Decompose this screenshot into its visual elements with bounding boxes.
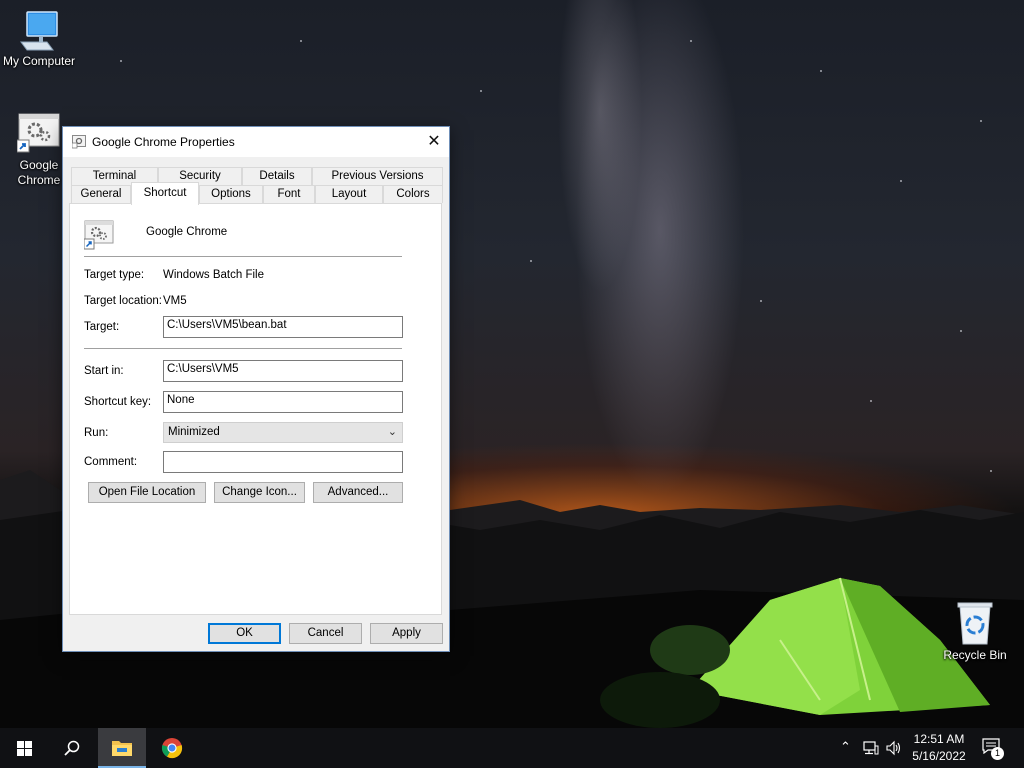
separator bbox=[84, 256, 402, 257]
target-type-value: Windows Batch File bbox=[163, 269, 264, 281]
separator bbox=[84, 348, 402, 349]
change-icon-button[interactable]: Change Icon... bbox=[214, 482, 305, 503]
recycle-bin-icon bbox=[957, 602, 993, 645]
chevron-up-icon[interactable]: ⌃ bbox=[840, 739, 851, 755]
desktop-icon-recycle-bin[interactable]: Recycle Bin bbox=[936, 600, 1014, 663]
tab-options[interactable]: Options bbox=[199, 185, 263, 203]
tab-font[interactable]: Font bbox=[263, 185, 315, 203]
computer-icon bbox=[20, 11, 58, 51]
shortcut-tab-panel: Google Chrome Target type: Windows Batch… bbox=[69, 203, 442, 615]
dialog-titlebar[interactable]: Google Chrome Properties ✕ bbox=[63, 127, 449, 157]
cancel-button[interactable]: Cancel bbox=[289, 623, 362, 644]
target-label: Target: bbox=[84, 321, 120, 333]
desktop-icon-label: Google Chrome bbox=[17, 158, 61, 187]
shortcut-key-label: Shortcut key: bbox=[84, 396, 152, 408]
start-in-field[interactable]: C:\Users\VM5 bbox=[163, 360, 403, 382]
comment-label: Comment: bbox=[84, 456, 138, 468]
search-button[interactable] bbox=[48, 728, 96, 768]
desktop-icon-label: My Computer bbox=[2, 54, 76, 68]
apply-button[interactable]: Apply bbox=[370, 623, 443, 644]
clock-time: 12:51 AM bbox=[913, 732, 965, 746]
tab-colors[interactable]: Colors bbox=[383, 185, 443, 203]
network-icon[interactable] bbox=[863, 741, 879, 755]
tab-shortcut[interactable]: Shortcut bbox=[131, 182, 199, 205]
tab-details[interactable]: Details bbox=[242, 167, 312, 185]
notification-count-badge: 1 bbox=[991, 747, 1004, 760]
close-button[interactable]: ✕ bbox=[419, 127, 449, 157]
clock-date: 5/16/2022 bbox=[912, 749, 966, 763]
search-icon bbox=[64, 740, 80, 756]
run-label: Run: bbox=[84, 427, 109, 439]
target-location-value: VM5 bbox=[163, 295, 187, 307]
chrome-icon bbox=[161, 738, 183, 759]
open-file-location-button[interactable]: Open File Location bbox=[88, 482, 206, 503]
notification-center-button[interactable]: 1 bbox=[982, 738, 1004, 760]
target-location-label: Target location: bbox=[84, 295, 162, 307]
taskbar-file-explorer[interactable] bbox=[98, 728, 146, 768]
tab-previous-versions[interactable]: Previous Versions bbox=[312, 167, 443, 185]
taskbar-chrome[interactable] bbox=[148, 728, 196, 768]
start-in-label: Start in: bbox=[84, 365, 124, 377]
dialog-title: Google Chrome Properties bbox=[92, 135, 235, 149]
shortcut-key-field[interactable]: None bbox=[163, 391, 403, 413]
taskbar: ⌃ 12:51 AM 5/16/2022 1 bbox=[0, 728, 1024, 768]
taskbar-clock[interactable]: 12:51 AM 5/16/2022 bbox=[904, 731, 974, 765]
ok-button[interactable]: OK bbox=[208, 623, 281, 644]
close-icon: ✕ bbox=[427, 133, 441, 150]
batch-file-shortcut-icon bbox=[17, 113, 60, 153]
target-field[interactable]: C:\Users\VM5\bean.bat bbox=[163, 316, 403, 338]
shortcut-properties-icon bbox=[72, 135, 86, 149]
properties-dialog: Google Chrome Properties ✕ Terminal Secu… bbox=[62, 126, 450, 652]
tab-layout[interactable]: Layout bbox=[315, 185, 383, 203]
comment-field[interactable] bbox=[163, 451, 403, 473]
chevron-down-icon: ⌄ bbox=[387, 426, 397, 438]
tab-general[interactable]: General bbox=[71, 185, 131, 203]
target-type-label: Target type: bbox=[84, 269, 145, 281]
shortcut-file-icon bbox=[84, 220, 114, 250]
volume-icon[interactable] bbox=[886, 740, 902, 756]
desktop-icon-my-computer[interactable]: My Computer bbox=[0, 10, 78, 69]
run-select[interactable]: Minimized ⌄ bbox=[163, 422, 403, 443]
run-select-value: Minimized bbox=[168, 426, 220, 438]
shortcut-name: Google Chrome bbox=[146, 226, 228, 238]
advanced-button[interactable]: Advanced... bbox=[313, 482, 403, 503]
start-button[interactable] bbox=[0, 728, 48, 768]
desktop-icon-label: Recycle Bin bbox=[943, 648, 1007, 662]
file-explorer-icon bbox=[112, 741, 132, 756]
windows-start-icon bbox=[17, 741, 32, 756]
